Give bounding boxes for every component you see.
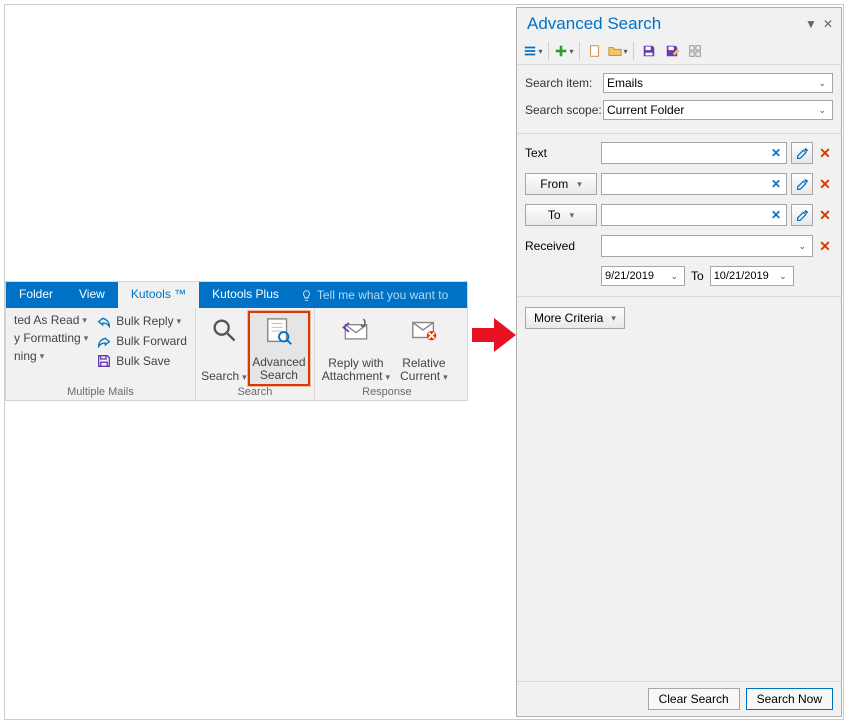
list-icon (523, 44, 537, 58)
from-remove-icon[interactable]: ✕ (817, 176, 833, 193)
ning-button[interactable]: ning▾ (10, 347, 92, 365)
plus-icon (554, 44, 568, 58)
to-input-wrap: ✕ (601, 204, 787, 226)
group-response: Reply with Attachment▾ Relative Current▾… (315, 308, 459, 400)
save-button[interactable] (639, 41, 659, 61)
ribbon-body: ted As Read▾ y Formatting▾ ning▾ Bulk Re… (6, 308, 467, 400)
text-remove-icon[interactable]: ✕ (817, 145, 833, 162)
date-from-input[interactable]: 9/21/2019⌄ (601, 266, 685, 286)
from-input-wrap: ✕ (601, 173, 787, 195)
search-scope-select[interactable]: Current Folder⌄ (603, 100, 833, 120)
advanced-search-panel: Advanced Search ▼ ✕ Search item: Emails⌄ (516, 7, 842, 717)
criteria-section: Text ✕ ✕ From▾ ✕ ✕ To▾ ✕ ✕ Received ⌄ ✕ (517, 134, 841, 297)
copy-formatting-button[interactable]: y Formatting▾ (10, 329, 92, 347)
to-remove-icon[interactable]: ✕ (817, 207, 833, 224)
relative-current-button[interactable]: Relative Current▾ (393, 311, 455, 386)
frame: Folder View Kutools ™ Kutools Plus Tell … (4, 4, 844, 720)
text-criteria-label: Text (525, 146, 597, 160)
group-search: Search▾ Advanced Search Search (196, 308, 315, 400)
close-icon[interactable]: ✕ (823, 17, 833, 31)
tell-me-text: Tell me what you want to (317, 288, 448, 302)
date-to-input[interactable]: 10/21/2019⌄ (710, 266, 794, 286)
eyedropper-icon (796, 178, 809, 191)
bulk-reply-icon (96, 313, 112, 329)
from-dropdown[interactable]: From▾ (525, 173, 597, 195)
tab-kutools[interactable]: Kutools ™ (118, 282, 199, 308)
bulk-save-icon (96, 353, 112, 369)
more-criteria-button[interactable]: More Criteria▾ (525, 307, 625, 329)
search-icon (210, 316, 238, 344)
group-title-search: Search (200, 386, 310, 400)
panel-toolbar (517, 38, 841, 65)
group-title-response: Response (319, 386, 455, 400)
received-criteria-label: Received (525, 239, 597, 253)
panel-footer: Clear Search Search Now (517, 681, 841, 716)
save-as-icon (665, 44, 679, 58)
received-remove-icon[interactable]: ✕ (817, 238, 833, 255)
save-icon (642, 44, 656, 58)
from-clear-icon[interactable]: ✕ (769, 177, 783, 191)
to-picker-button[interactable] (791, 204, 813, 226)
eyedropper-icon (796, 209, 809, 222)
advanced-search-button[interactable]: Advanced Search (248, 311, 310, 386)
search-now-button[interactable]: Search Now (746, 688, 833, 710)
add-button[interactable] (554, 41, 574, 61)
to-input[interactable] (605, 208, 769, 222)
panel-title: Advanced Search (527, 14, 661, 34)
text-picker-button[interactable] (791, 142, 813, 164)
new-doc-icon (588, 44, 602, 58)
from-picker-button[interactable] (791, 173, 813, 195)
date-to-label: To (691, 269, 704, 283)
tab-kutools-plus[interactable]: Kutools Plus (199, 282, 292, 308)
text-input-wrap: ✕ (601, 142, 787, 164)
eyedropper-icon (796, 147, 809, 160)
bulk-save-button[interactable]: Bulk Save (92, 351, 191, 371)
clear-search-button[interactable]: Clear Search (648, 688, 740, 710)
arrow-icon (472, 316, 516, 354)
advanced-search-icon (264, 317, 294, 347)
tab-folder[interactable]: Folder (6, 282, 66, 308)
more-criteria-section: More Criteria▾ (517, 297, 841, 681)
group-title-multiple: Multiple Mails (10, 386, 191, 400)
panel-header: Advanced Search ▼ ✕ (517, 8, 841, 38)
mark-read-button[interactable]: ted As Read▾ (10, 311, 92, 329)
ribbon: Folder View Kutools ™ Kutools Plus Tell … (5, 281, 468, 401)
received-select[interactable]: ⌄ (601, 235, 813, 257)
text-clear-icon[interactable]: ✕ (769, 146, 783, 160)
open-folder-button[interactable] (608, 41, 628, 61)
list-menu-button[interactable] (523, 41, 543, 61)
text-input[interactable] (605, 146, 769, 160)
to-clear-icon[interactable]: ✕ (769, 208, 783, 222)
lightbulb-icon (300, 289, 313, 302)
bulk-forward-button[interactable]: Bulk Forward (92, 331, 191, 351)
reply-attachment-button[interactable]: Reply with Attachment▾ (319, 311, 393, 386)
folder-open-icon (608, 44, 622, 58)
tell-me[interactable]: Tell me what you want to (292, 282, 456, 308)
bulk-forward-icon (96, 333, 112, 349)
to-dropdown[interactable]: To▾ (525, 204, 597, 226)
search-item-form: Search item: Emails⌄ Search scope: Curre… (517, 65, 841, 134)
grid-icon (688, 44, 702, 58)
save-as-button[interactable] (662, 41, 682, 61)
from-input[interactable] (605, 177, 769, 191)
reply-attachment-icon (340, 316, 372, 344)
ribbon-tabs: Folder View Kutools ™ Kutools Plus Tell … (6, 282, 467, 308)
grid-button[interactable] (685, 41, 705, 61)
relative-current-icon (409, 316, 439, 344)
tab-view[interactable]: View (66, 282, 118, 308)
group-multiple-mails: ted As Read▾ y Formatting▾ ning▾ Bulk Re… (6, 308, 196, 400)
search-item-select[interactable]: Emails⌄ (603, 73, 833, 93)
dropdown-icon[interactable]: ▼ (805, 17, 817, 31)
new-doc-button[interactable] (585, 41, 605, 61)
search-item-label: Search item: (525, 76, 603, 90)
search-button[interactable]: Search▾ (200, 311, 248, 386)
search-scope-label: Search scope: (525, 103, 603, 117)
bulk-reply-button[interactable]: Bulk Reply▾ (92, 311, 191, 331)
